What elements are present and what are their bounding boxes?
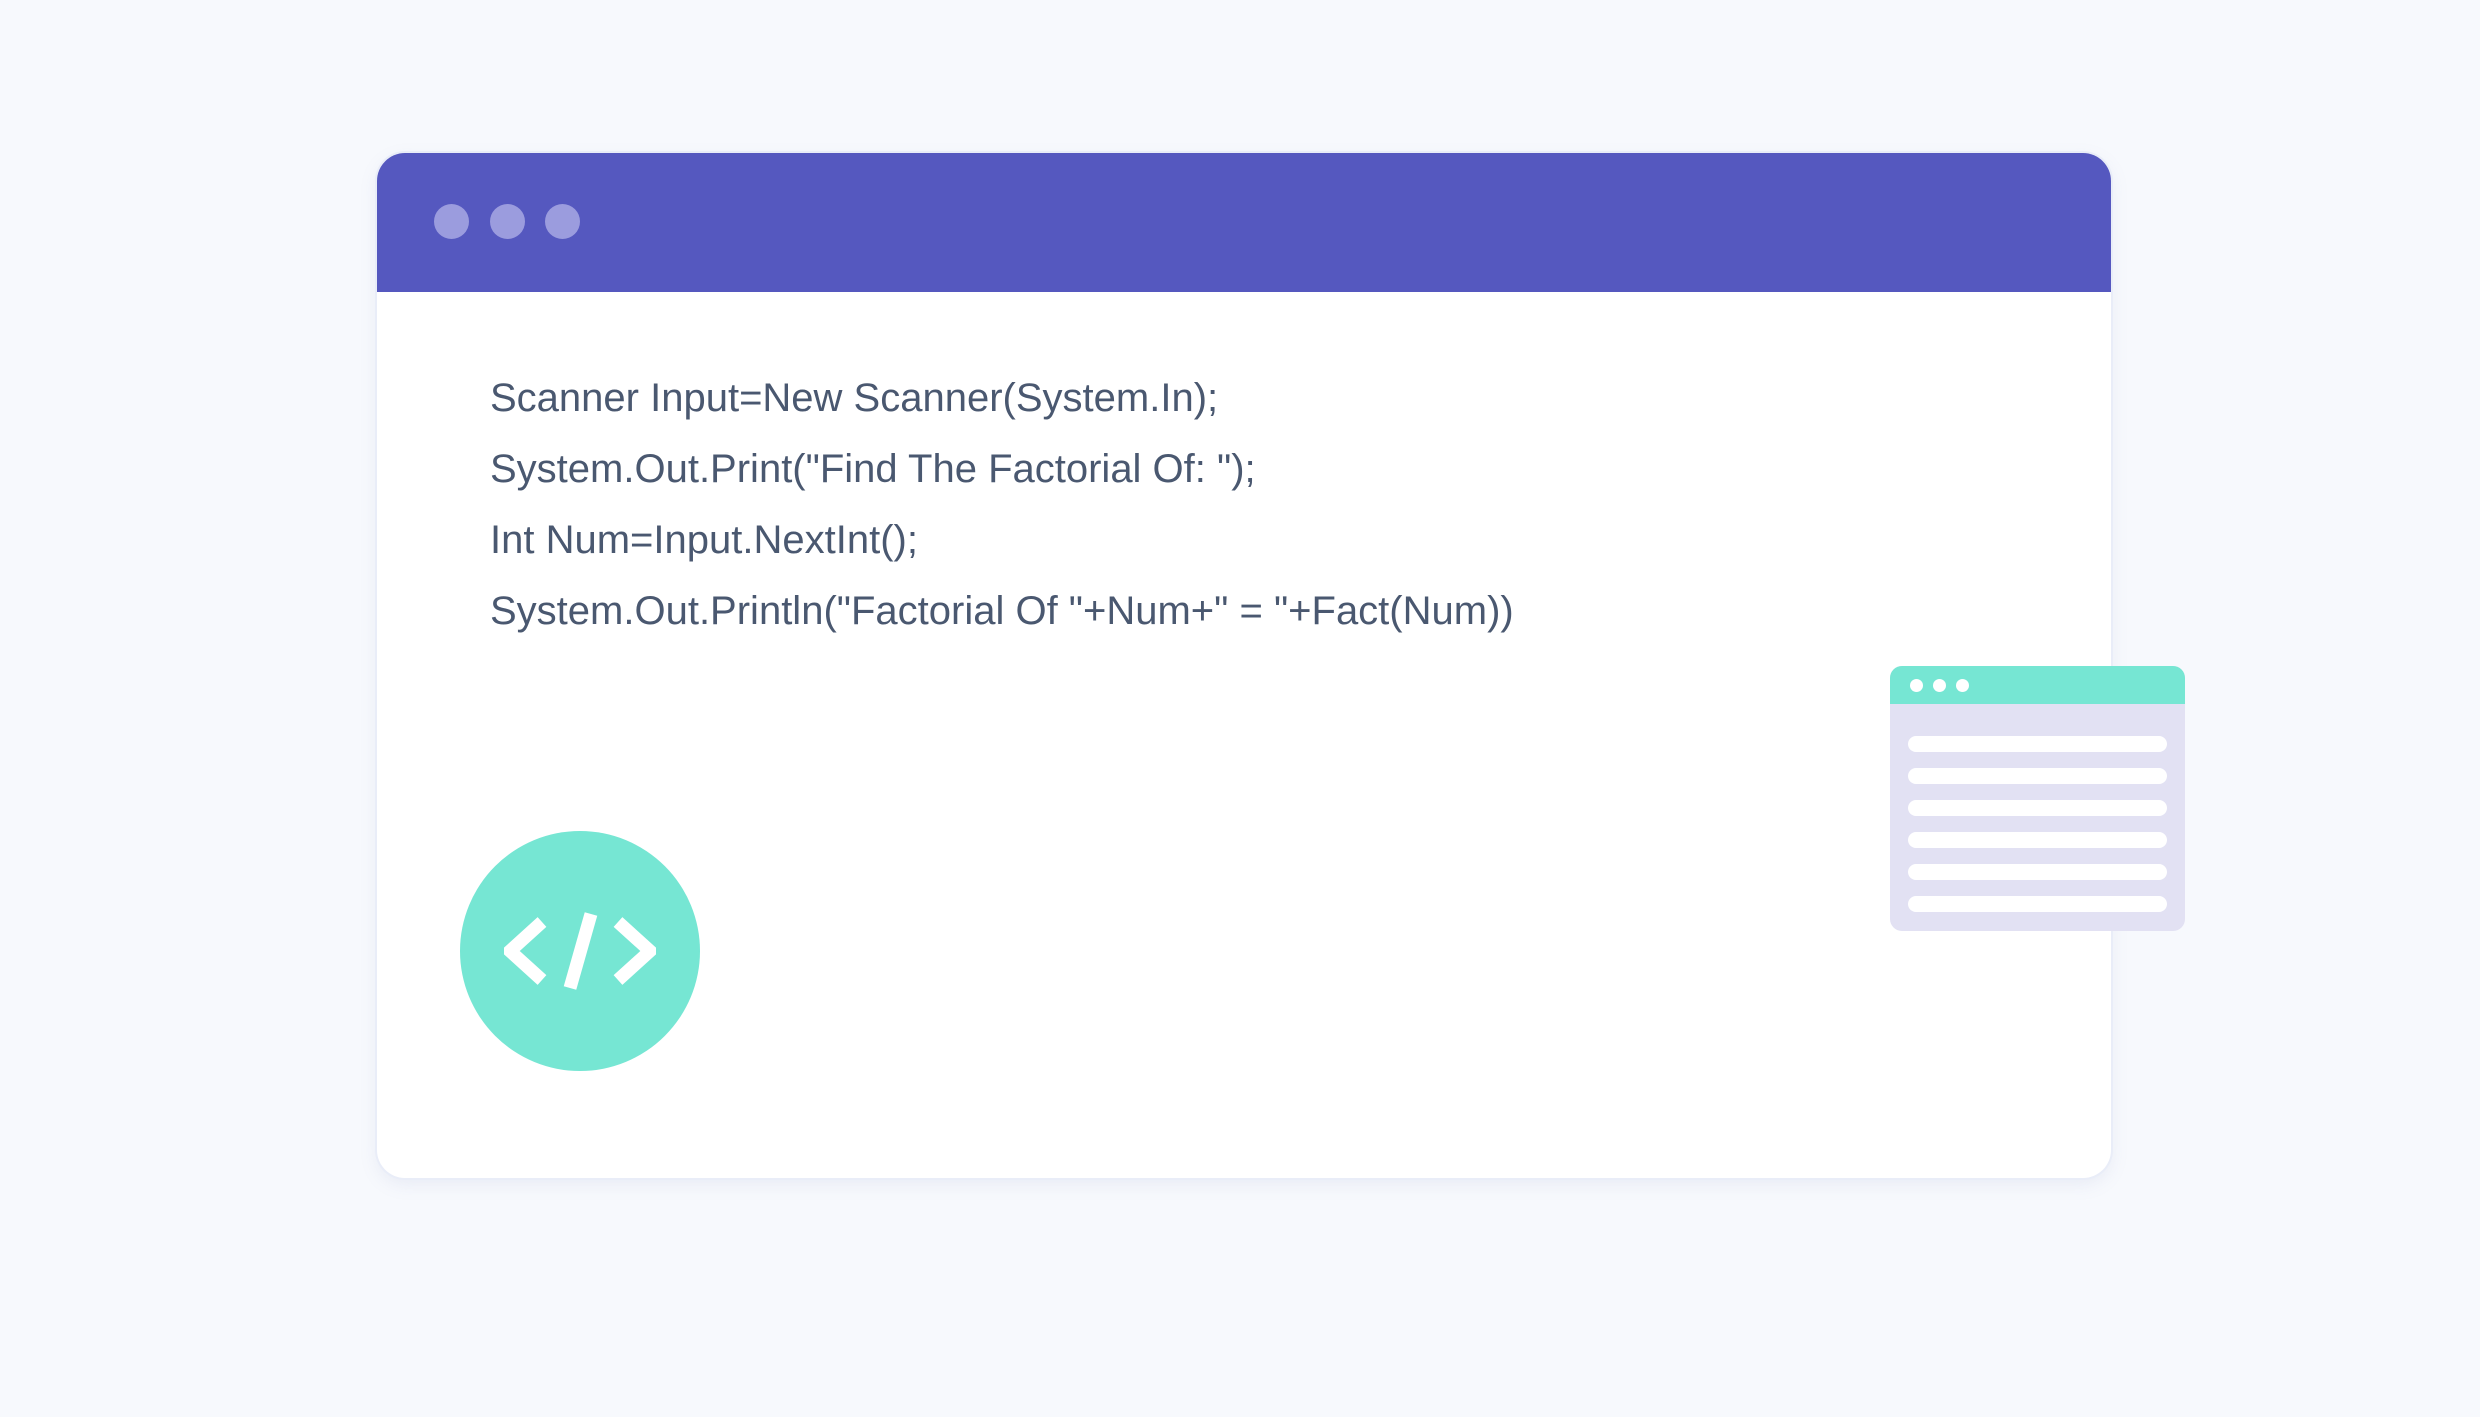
code-brackets-icon <box>504 912 656 990</box>
mini-window-dot-2 <box>1933 679 1946 692</box>
mini-window-line-1 <box>1908 736 2167 752</box>
code-block: Scanner Input=New Scanner(System.In); Sy… <box>490 363 1514 647</box>
code-line-4: System.Out.Println("Factorial Of "+Num+"… <box>490 589 1514 633</box>
mini-window-line-6 <box>1908 896 2167 912</box>
mini-window-line-5 <box>1908 864 2167 880</box>
illustration-canvas: Scanner Input=New Scanner(System.In); Sy… <box>0 0 2480 1417</box>
mini-browser-window <box>1890 666 2185 931</box>
mini-window-dot-1 <box>1910 679 1923 692</box>
mini-window-line-2 <box>1908 768 2167 784</box>
mini-window-titlebar <box>1890 666 2185 704</box>
window-titlebar <box>377 153 2111 292</box>
code-line-1: Scanner Input=New Scanner(System.In); <box>490 376 1219 420</box>
window-control-dot-3[interactable] <box>545 204 580 239</box>
code-line-2: System.Out.Print("Find The Factorial Of:… <box>490 447 1256 491</box>
window-control-dot-1[interactable] <box>434 204 469 239</box>
window-control-dot-2[interactable] <box>490 204 525 239</box>
mini-window-line-4 <box>1908 832 2167 848</box>
code-line-3: Int Num=Input.NextInt(); <box>490 518 918 562</box>
mini-window-dot-3 <box>1956 679 1969 692</box>
code-badge <box>460 831 700 1071</box>
mini-window-line-3 <box>1908 800 2167 816</box>
